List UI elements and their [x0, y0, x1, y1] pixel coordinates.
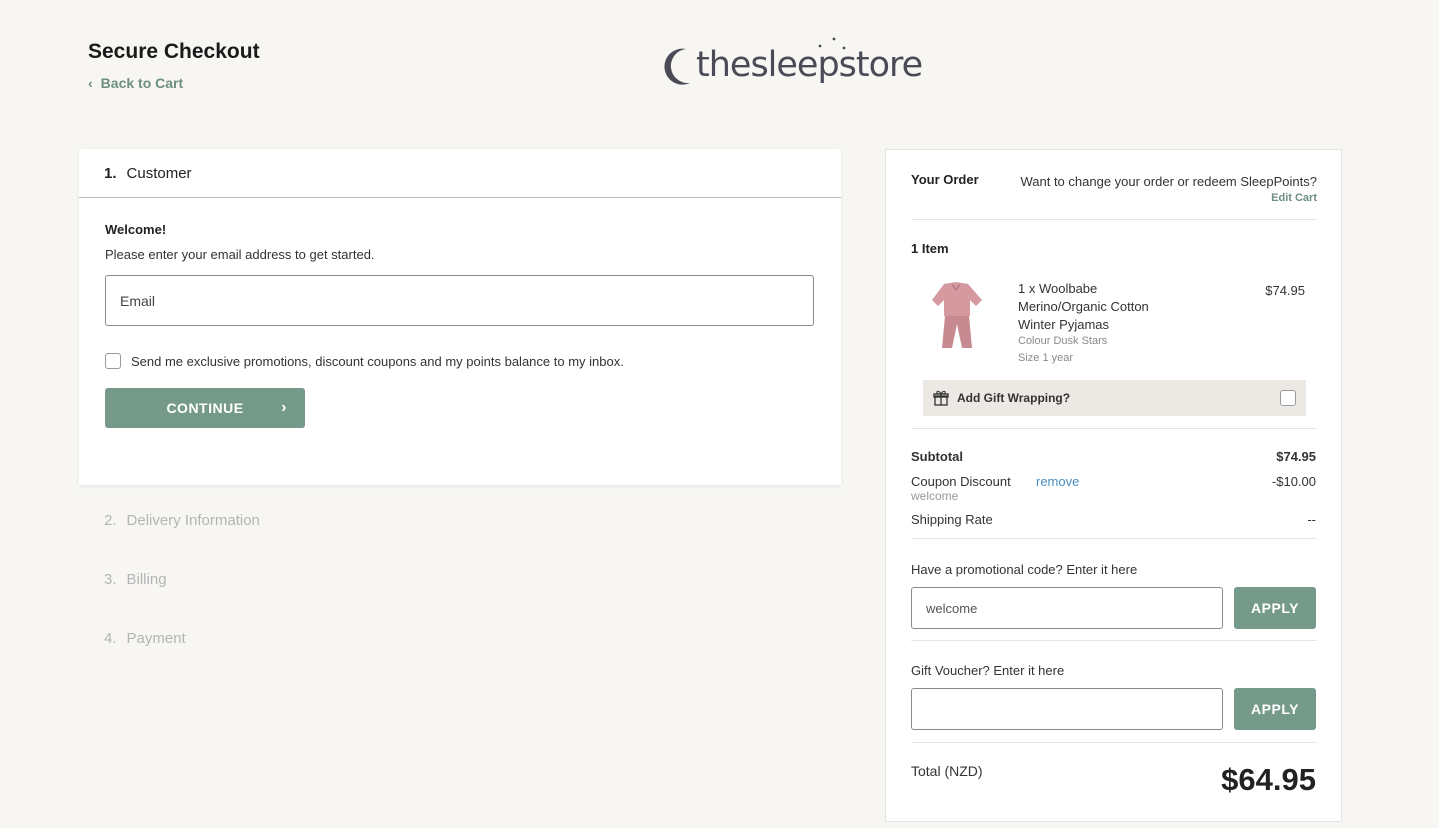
order-summary-panel: Your Order Want to change your order or … [885, 149, 1342, 822]
step-number: 1. [104, 164, 117, 182]
edit-cart-link[interactable]: Edit Cart [1271, 192, 1317, 204]
order-summary-header: Your Order Want to change your order or … [911, 172, 1317, 220]
step-header-customer[interactable]: 1. Customer [79, 149, 841, 198]
coupon-label: Coupon Discount [911, 474, 1011, 489]
step-header-billing[interactable]: 3. Billing [79, 551, 841, 607]
back-to-cart-link[interactable]: ‹ Back to Cart [88, 75, 183, 91]
step-number: 4. [104, 629, 117, 647]
gift-wrapping-checkbox[interactable] [1280, 390, 1296, 406]
divider [911, 428, 1317, 429]
product-name: 1 x Woolbabe Merino/Organic Cotton Winte… [1018, 281, 1149, 332]
product-image [932, 282, 982, 348]
moon-icon [664, 48, 690, 85]
subtotal-value: $74.95 [1276, 449, 1316, 464]
step-number: 3. [104, 570, 117, 588]
step-header-payment[interactable]: 4. Payment [79, 610, 841, 666]
email-field[interactable] [105, 275, 814, 326]
apply-voucher-button[interactable]: APPLY [1234, 688, 1316, 730]
page-title: Secure Checkout [88, 40, 260, 63]
product-colour: Colour Dusk Stars [1018, 335, 1108, 347]
step-label: Billing [126, 570, 167, 588]
step-number: 2. [104, 511, 117, 529]
promo-code-input[interactable] [911, 587, 1223, 629]
chevron-right-icon: › [281, 399, 287, 416]
promo-optin-label: Send me exclusive promotions, discount c… [131, 353, 624, 369]
total-label: Total (NZD) [911, 763, 983, 779]
coupon-code: welcome [911, 489, 959, 503]
divider [911, 538, 1317, 539]
apply-promo-button[interactable]: APPLY [1234, 587, 1316, 629]
total-value: $64.95 [1221, 762, 1316, 797]
voucher-label: Gift Voucher? Enter it here [911, 663, 1065, 678]
step-label: Customer [126, 164, 192, 182]
gift-icon [933, 390, 949, 406]
subtotal-label: Subtotal [911, 449, 963, 464]
store-logo[interactable]: thesleepstore [664, 36, 926, 94]
shipping-value: -- [1307, 512, 1316, 527]
order-title: Your Order [911, 172, 979, 187]
product-price: $74.95 [1265, 283, 1305, 298]
continue-button[interactable]: CONTINUE › [105, 388, 305, 428]
back-to-cart-label: Back to Cart [100, 75, 184, 91]
divider [911, 640, 1317, 641]
voucher-input[interactable] [911, 688, 1223, 730]
chevron-left-icon: ‹ [88, 75, 93, 91]
step-label: Payment [126, 629, 186, 647]
instructions-text: Please enter your email address to get s… [105, 247, 375, 262]
product-size: Size 1 year [1018, 352, 1074, 364]
promo-optin-row[interactable]: Send me exclusive promotions, discount c… [105, 353, 624, 369]
welcome-heading: Welcome! [105, 222, 167, 237]
logo-text: thesleepstore [696, 45, 923, 85]
step-header-delivery[interactable]: 2. Delivery Information [79, 492, 841, 548]
promo-optin-checkbox[interactable] [105, 353, 121, 369]
gift-wrapping-label: Add Gift Wrapping? [957, 391, 1071, 405]
change-order-prompt: Want to change your order or redeem Slee… [1020, 174, 1317, 189]
step-label: Delivery Information [126, 511, 260, 529]
divider [911, 742, 1317, 743]
continue-label: CONTINUE [166, 400, 244, 416]
remove-coupon-link[interactable]: remove [1036, 474, 1079, 489]
promo-code-label: Have a promotional code? Enter it here [911, 562, 1138, 577]
shipping-label: Shipping Rate [911, 512, 993, 527]
coupon-value: -$10.00 [1271, 474, 1316, 489]
stars-icon [818, 37, 846, 50]
items-count: 1 Item [911, 241, 949, 256]
gift-wrapping-row[interactable]: Add Gift Wrapping? [923, 380, 1306, 416]
customer-step-panel: 1. Customer Welcome! Please enter your e… [79, 149, 841, 485]
